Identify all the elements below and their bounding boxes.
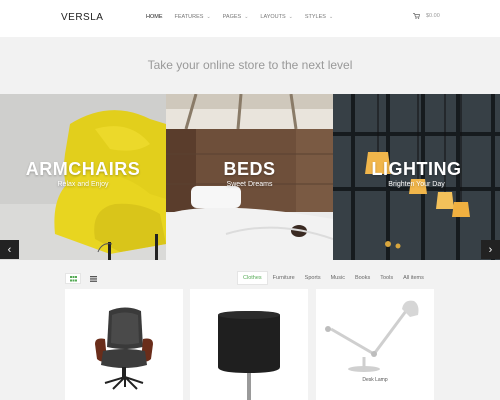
product-name: Desk Lamp: [362, 377, 388, 383]
grid-view-button[interactable]: [65, 273, 81, 284]
chevron-left-icon: ‹: [7, 243, 12, 256]
filter-tools[interactable]: Tools: [375, 271, 398, 285]
product-card-desk-lamp[interactable]: Desk Lamp: [316, 289, 434, 400]
slide-subtitle: Sweet Dreams: [226, 181, 273, 188]
filter-sports[interactable]: Sports: [300, 271, 326, 285]
slide-beds[interactable]: BEDS Sweet Dreams: [166, 94, 333, 260]
chevron-down-icon: ⌄: [288, 14, 293, 20]
office-chair-image: [95, 307, 153, 390]
chevron-down-icon: ⌄: [206, 14, 211, 20]
grid-view-icon: [69, 275, 77, 281]
slide-subtitle: Relax and Enjoy: [57, 181, 109, 188]
list-view-button[interactable]: [85, 273, 101, 284]
slider-prev-button[interactable]: ‹: [0, 240, 19, 259]
product-card-chair[interactable]: [65, 289, 183, 400]
nav-item-layouts[interactable]: Layouts ⌄: [260, 14, 292, 20]
tagline: Take your online store to the next level: [147, 58, 353, 72]
logo[interactable]: VERSLA: [61, 12, 103, 23]
main-nav: Home Features ⌄ Pages ⌄ Layouts ⌄ Styles ⌄: [146, 14, 345, 20]
nav-label: Layouts: [260, 14, 286, 20]
nav-item-home[interactable]: Home: [146, 14, 163, 20]
chevron-down-icon: ⌄: [244, 14, 249, 20]
filter-music[interactable]: Music: [326, 271, 350, 285]
nav-label: Features: [174, 14, 204, 20]
nav-label: Styles: [304, 14, 326, 20]
slide-subtitle: Brighten Your Day: [388, 181, 445, 188]
hero-slider: ARMCHAIRS Relax and Enjoy BEDS Sweet Dre…: [0, 94, 500, 260]
list-view-icon: [89, 275, 97, 282]
filter-books[interactable]: Books: [350, 271, 375, 285]
filter-clothes[interactable]: Clothes: [237, 271, 268, 285]
header: VERSLA Home Features ⌄ Pages ⌄ Layouts ⌄ St…: [0, 0, 500, 37]
product-card-lamp[interactable]: [190, 289, 308, 400]
desk-lamp-image: [325, 300, 419, 372]
nav-label: Pages: [222, 14, 242, 20]
slide-title: LIGHTING: [371, 159, 462, 179]
slide-lighting[interactable]: LIGHTING Brighten Your Day: [333, 94, 500, 260]
chevron-right-icon: ›: [488, 243, 493, 256]
filter-furniture[interactable]: Furniture: [268, 271, 300, 285]
nav-item-styles[interactable]: Styles ⌄: [305, 14, 333, 20]
filter-all-items[interactable]: All items: [398, 271, 429, 285]
chevron-down-icon: ⌄: [328, 14, 334, 20]
slide-title: ARMCHAIRS: [25, 159, 141, 179]
cart-amount: $0.00: [426, 13, 440, 19]
nav-label: Home: [146, 14, 163, 20]
shopping-cart-icon: [413, 13, 420, 19]
slider-next-button[interactable]: ›: [481, 240, 500, 259]
category-filter: Clothes Furniture Sports Music Books Too…: [237, 271, 429, 285]
nav-item-pages[interactable]: Pages ⌄: [223, 14, 249, 20]
slide-title: BEDS: [223, 159, 276, 179]
nav-item-features[interactable]: Features ⌄: [175, 14, 211, 20]
table-lamp-image: [218, 311, 280, 400]
cart-button[interactable]: $0.00: [413, 13, 440, 19]
slide-armchairs[interactable]: ARMCHAIRS Relax and Enjoy: [0, 94, 166, 260]
